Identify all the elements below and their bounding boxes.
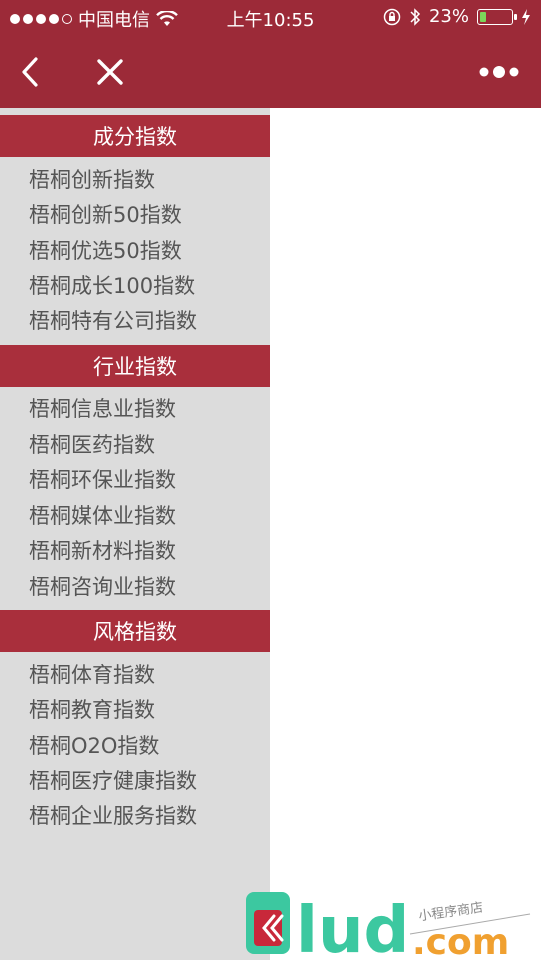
battery-icon (477, 8, 517, 25)
section-header-composition: 成分指数 (0, 115, 270, 157)
list-item[interactable]: 梧桐特有公司指数 (29, 304, 197, 338)
back-button[interactable] (8, 36, 52, 108)
list-item[interactable]: 梧桐教育指数 (29, 693, 155, 727)
list-item[interactable]: 梧桐信息业指数 (29, 392, 176, 426)
chevron-left-icon (22, 57, 38, 87)
status-bar: 中国电信 上午10:55 23% (0, 0, 541, 36)
list-item[interactable]: 梧桐媒体业指数 (29, 499, 176, 533)
section-header-style: 风格指数 (0, 610, 270, 652)
list-item[interactable]: 梧桐新材料指数 (29, 534, 176, 568)
list-item[interactable]: 梧桐体育指数 (29, 658, 155, 692)
battery-percent: 23% (428, 6, 469, 27)
charging-bolt-icon (522, 8, 530, 25)
list-item[interactable]: 梧桐环保业指数 (29, 463, 176, 497)
watermark-brand: lud (296, 894, 409, 960)
list-item[interactable]: 梧桐优选50指数 (29, 234, 182, 268)
close-icon (97, 59, 123, 85)
category-sidebar: 成分指数 梧桐创新指数 梧桐创新50指数 梧桐优选50指数 梧桐成长100指数 … (0, 108, 270, 960)
list-item[interactable]: 梧桐O2O指数 (29, 729, 159, 763)
list-item[interactable]: 梧桐创新指数 (29, 163, 155, 197)
bluetooth-icon (410, 7, 421, 26)
list-item[interactable]: 梧桐创新50指数 (29, 198, 182, 232)
battery-fill (480, 11, 486, 22)
list-item[interactable]: 梧桐企业服务指数 (29, 799, 197, 833)
orientation-lock-icon (383, 8, 401, 25)
nav-bar (0, 36, 541, 108)
list-item[interactable]: 梧桐医疗健康指数 (29, 764, 197, 798)
watermark-domain: .com (412, 922, 509, 960)
watermark-tagline: 小程序商店 (418, 900, 484, 924)
section-header-industry: 行业指数 (0, 345, 270, 387)
site-watermark-logo: lud .com 小程序商店 (246, 892, 531, 960)
more-button[interactable] (475, 36, 523, 108)
status-right: 23% (383, 6, 531, 27)
more-dots-icon (479, 66, 519, 78)
list-item[interactable]: 梧桐医药指数 (29, 428, 155, 462)
content-area (270, 108, 541, 960)
close-button[interactable] (86, 36, 134, 108)
list-item[interactable]: 梧桐咨询业指数 (29, 570, 176, 604)
list-item[interactable]: 梧桐成长100指数 (29, 269, 195, 303)
